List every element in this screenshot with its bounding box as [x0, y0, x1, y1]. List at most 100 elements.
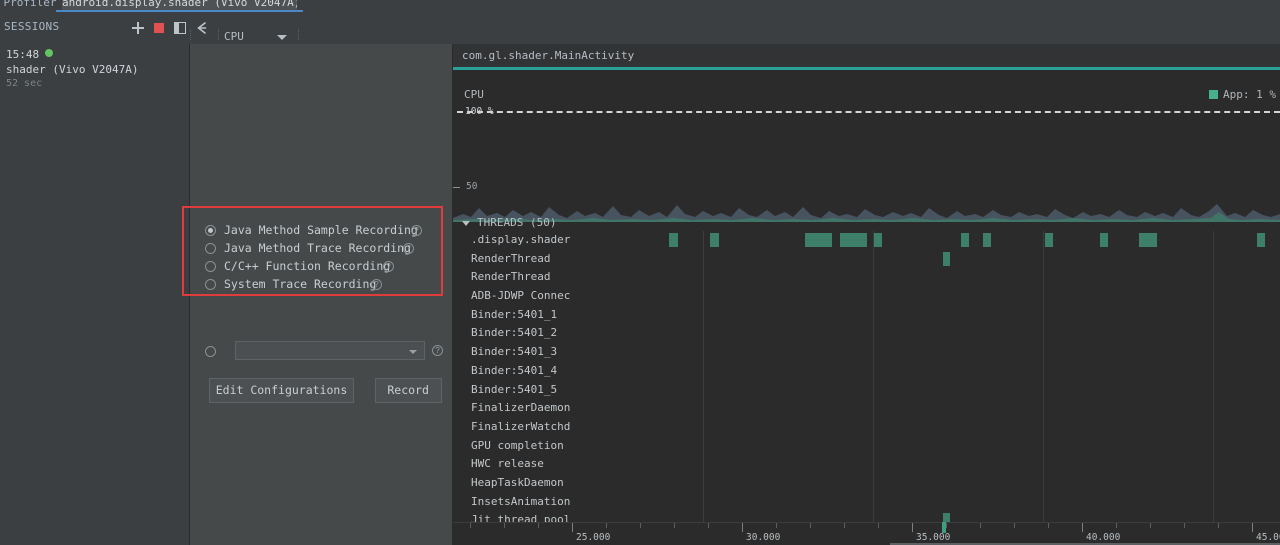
thread-activity-track[interactable]	[586, 305, 1280, 325]
track-gridline	[873, 324, 874, 344]
recording-option-3[interactable]: System Trace Recording?	[205, 276, 440, 293]
help-icon[interactable]: ?	[383, 261, 394, 272]
thread-row[interactable]: Binder:5401_4	[453, 361, 1280, 381]
thread-activity-segment	[983, 233, 991, 247]
ruler-minor-tick	[538, 523, 539, 528]
thread-activity-track[interactable]	[586, 324, 1280, 344]
thread-name: RenderThread	[471, 251, 551, 265]
thread-row[interactable]: HeapTaskDaemon	[453, 473, 1280, 493]
track-gridline	[1043, 511, 1044, 522]
thread-activity-track[interactable]	[586, 380, 1280, 400]
track-gridline	[703, 380, 704, 400]
thread-row[interactable]: RenderThread	[453, 268, 1280, 288]
thread-row[interactable]: HWC release	[453, 455, 1280, 474]
recording-option-1[interactable]: Java Method Trace Recording?	[205, 240, 440, 257]
ruler-minor-tick	[640, 523, 641, 528]
thread-activity-track[interactable]	[586, 231, 1280, 250]
track-gridline	[703, 268, 704, 288]
plus-icon[interactable]	[128, 18, 148, 38]
ruler-minor-tick	[1048, 523, 1049, 528]
session-list-item[interactable]: 15:48 shader (Vivo V2047A) 52 sec	[0, 44, 195, 91]
ruler-major-tick	[572, 523, 573, 532]
recording-option-radio[interactable]	[205, 261, 216, 272]
cpu-legend: App: 1 %	[1209, 88, 1276, 101]
thread-row[interactable]: Binder:5401_5	[453, 380, 1280, 400]
arrow-left-icon[interactable]	[192, 18, 212, 38]
thread-activity-track[interactable]	[586, 511, 1280, 522]
track-gridline	[1043, 287, 1044, 306]
ruler-minor-tick	[674, 523, 675, 528]
track-gridline	[1043, 417, 1044, 437]
split-pane-icon[interactable]	[170, 18, 190, 38]
ruler-minor-tick	[1116, 523, 1117, 528]
thread-activity-track[interactable]	[586, 343, 1280, 362]
help-icon[interactable]: ?	[432, 345, 443, 356]
track-gridline	[1213, 417, 1214, 437]
thread-activity-track[interactable]	[586, 268, 1280, 288]
thread-activity-track[interactable]	[586, 436, 1280, 456]
thread-activity-segment	[961, 233, 969, 247]
tab-profiler[interactable]: Profiler	[0, 0, 60, 12]
thread-row[interactable]: GPU completion	[453, 436, 1280, 456]
thread-row[interactable]: InsetsAnimation	[453, 492, 1280, 512]
record-button[interactable]: Record	[374, 378, 442, 403]
thread-activity-track[interactable]	[586, 492, 1280, 512]
cpu-axis-max-line	[457, 111, 1280, 113]
edit-configurations-button[interactable]: Edit Configurations	[209, 378, 354, 403]
custom-config-select[interactable]	[235, 341, 425, 360]
track-gridline	[1043, 436, 1044, 456]
threads-list[interactable]: .display.shader RenderThread RenderThread A…	[453, 231, 1280, 522]
thread-activity-track[interactable]	[586, 249, 1280, 269]
thread-row[interactable]: Binder:5401_1	[453, 305, 1280, 325]
thread-row[interactable]: ADB-JDWP Connec	[453, 287, 1280, 306]
legend-swatch	[1209, 90, 1219, 99]
help-icon[interactable]: ?	[371, 279, 382, 290]
track-gridline	[873, 511, 874, 522]
timeline-ruler[interactable]: 25.000 30.000 35.000 40.000 45.000	[453, 522, 1280, 545]
custom-config-radio[interactable]	[205, 346, 216, 357]
thread-row[interactable]: Jit thread pool	[453, 511, 1280, 522]
help-icon[interactable]: ?	[403, 243, 414, 254]
track-gridline	[873, 268, 874, 288]
recording-option-radio[interactable]	[205, 243, 216, 254]
custom-config-row[interactable]: ?	[205, 341, 445, 361]
ruler-minor-tick	[810, 523, 811, 528]
ruler-minor-tick	[504, 523, 505, 528]
thread-row[interactable]: FinalizerWatchd	[453, 417, 1280, 437]
triangle-down-icon	[462, 221, 470, 226]
track-gridline	[703, 417, 704, 437]
ruler-minor-tick	[606, 523, 607, 528]
thread-activity-track[interactable]	[586, 473, 1280, 493]
stop-icon[interactable]	[149, 18, 169, 38]
thread-row[interactable]: Binder:5401_3	[453, 343, 1280, 362]
thread-name: Binder:5401_1	[471, 307, 558, 321]
ruler-minor-tick	[470, 523, 471, 528]
thread-activity-track[interactable]	[586, 287, 1280, 306]
recording-option-radio[interactable]	[205, 279, 216, 290]
cpu-monitor-panel: com.gl.shader.MainActivity CPU App: 1 % …	[453, 44, 1280, 545]
cpu-usage-chart[interactable]: CPU App: 1 % 100 % 50	[453, 70, 1280, 222]
recording-option-radio[interactable]	[205, 225, 216, 236]
recording-option-2[interactable]: C/C++ Function Recording?	[205, 258, 440, 275]
help-icon[interactable]: ?	[411, 225, 422, 236]
track-gridline	[703, 492, 704, 512]
chevron-down-icon	[409, 350, 417, 354]
thread-row[interactable]: RenderThread	[453, 249, 1280, 269]
thread-row[interactable]: .display.shader	[453, 231, 1280, 250]
thread-activity-track[interactable]	[586, 361, 1280, 381]
track-gridline	[703, 343, 704, 362]
thread-activity-track[interactable]	[586, 455, 1280, 474]
ruler-minor-tick	[708, 523, 709, 528]
recording-option-0[interactable]: Java Method Sample Recording?	[205, 222, 440, 239]
ruler-minor-tick	[946, 523, 947, 528]
track-gridline	[1043, 324, 1044, 344]
track-gridline	[873, 343, 874, 362]
thread-name: RenderThread	[471, 270, 551, 284]
thread-row[interactable]: FinalizerDaemon	[453, 399, 1280, 418]
threads-section-header[interactable]: THREADS (50)	[453, 215, 1280, 231]
thread-row[interactable]: Binder:5401_2	[453, 324, 1280, 344]
cpu-axis-max: 100 %	[457, 106, 1280, 118]
track-gridline	[1213, 287, 1214, 306]
thread-activity-track[interactable]	[586, 399, 1280, 418]
thread-activity-track[interactable]	[586, 417, 1280, 437]
